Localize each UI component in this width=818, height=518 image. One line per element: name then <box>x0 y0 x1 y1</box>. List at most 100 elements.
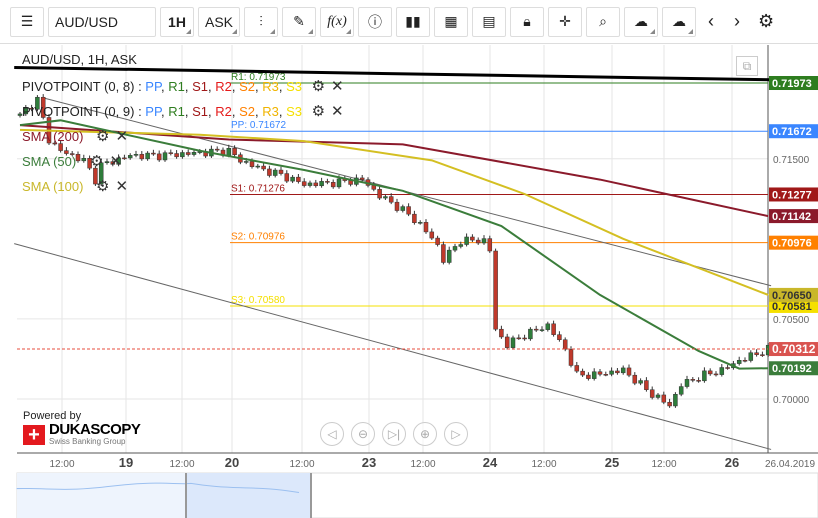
candle-body <box>394 201 400 211</box>
r1-label: R1 <box>168 104 185 119</box>
s2-label: S2 <box>239 104 255 119</box>
x-tick-label: 12:00 <box>651 459 676 470</box>
candle-body <box>481 238 487 244</box>
close-icon[interactable]: ✕ <box>109 152 122 170</box>
indicator-name: SMA (200) <box>22 129 84 144</box>
candle-body <box>174 153 179 158</box>
candle-body <box>655 394 661 398</box>
candle-body <box>725 367 730 369</box>
gear-icon[interactable]: ⚙ <box>96 177 109 195</box>
candle-body <box>423 222 429 233</box>
gear-icon[interactable]: ⚙ <box>96 127 109 145</box>
candle-body <box>319 181 324 187</box>
zoom-in-button[interactable]: ⊕ <box>413 422 437 446</box>
candle-body <box>348 180 353 185</box>
candle-body <box>272 169 278 176</box>
pivot-label: PP: 0.71672 <box>231 120 286 131</box>
candle-body <box>429 231 435 239</box>
close-icon[interactable]: ✕ <box>115 127 128 145</box>
candle-body <box>580 370 585 376</box>
popout-button[interactable]: ⧉ <box>736 56 758 76</box>
gear-icon[interactable]: ⚙ <box>312 77 325 95</box>
candle-body <box>383 196 388 199</box>
price-tag-text: 0.71142 <box>772 211 811 223</box>
x-tick-label: 12:00 <box>531 459 556 470</box>
brand-name: DUKASCOPY <box>49 421 141 438</box>
candle-body <box>377 189 382 199</box>
price-tag: 0.71277 <box>769 187 818 202</box>
legend-sma-50: SMA (50) ⚙ ✕ <box>22 152 122 170</box>
candle-body <box>487 238 493 252</box>
scroll-right-button[interactable]: ▷ <box>444 422 468 446</box>
s3-label: S3 <box>286 79 302 94</box>
candle-body <box>255 165 261 168</box>
close-icon[interactable]: ✕ <box>115 177 128 195</box>
candle-body <box>406 206 411 215</box>
triangle-right-icon: ▷ <box>451 427 461 441</box>
candle-body <box>475 239 481 244</box>
candle-body <box>127 155 133 159</box>
candle-body <box>673 394 678 407</box>
candle-body <box>185 152 191 155</box>
gear-icon[interactable]: ⚙ <box>312 102 325 120</box>
candle-body <box>388 196 394 203</box>
price-tag: 0.71672 <box>769 124 818 139</box>
legend-sma-100: SMA (100) ⚙ ✕ <box>22 177 128 195</box>
candle-body <box>261 165 266 170</box>
r2-label: R2 <box>215 79 232 94</box>
candle-body <box>499 328 504 338</box>
price-tag: 0.70312 <box>769 342 818 357</box>
legend-pivot-8: PIVOTPOINT (0, 8) : PP, R1, S1, R2, S2, … <box>22 77 344 95</box>
candle-body <box>493 250 498 330</box>
indicator-name: SMA (50) <box>22 154 77 169</box>
x-tick-label: 12:00 <box>289 459 314 470</box>
indicator-name: PIVOTPOINT (0, 9) <box>22 104 135 119</box>
candle-body <box>638 380 643 384</box>
candle-body <box>232 148 237 155</box>
candle-body <box>412 213 417 223</box>
candle-body <box>214 148 220 151</box>
r3-label: R3 <box>262 79 279 94</box>
gear-icon[interactable]: ⚙ <box>90 152 103 170</box>
go-latest-button[interactable]: ▷| <box>382 422 406 446</box>
candle-body <box>736 360 742 364</box>
zoom-out-button[interactable]: ⊖ <box>351 422 375 446</box>
dukascopy-logo: + DUKASCOPY Swiss Banking Group <box>23 421 141 446</box>
candle-body <box>609 370 614 375</box>
skip-end-icon: ▷| <box>387 427 401 441</box>
sep: : <box>134 104 146 119</box>
candle-body <box>133 154 139 156</box>
candle-body <box>516 337 522 340</box>
candle-body <box>649 389 655 398</box>
candle-body <box>626 367 632 376</box>
candle-body <box>441 244 446 263</box>
brand-sub: Swiss Banking Group <box>49 437 126 446</box>
candle-body <box>545 323 551 330</box>
x-tick-label: 24 <box>483 455 498 470</box>
candle-body <box>330 182 336 188</box>
x-tick-label: 12:00 <box>169 459 194 470</box>
price-tag: 0.70976 <box>769 235 818 250</box>
candle-body <box>325 181 330 183</box>
chart-title: AUD/USD, 1H, ASK <box>22 52 137 67</box>
close-icon[interactable]: ✕ <box>331 102 344 120</box>
r2-label: R2 <box>215 104 232 119</box>
candle-body <box>267 168 272 176</box>
candle-body <box>707 370 713 375</box>
candle-body <box>713 373 719 376</box>
candle <box>493 248 498 332</box>
candle-body <box>307 182 313 186</box>
candle-body <box>226 148 232 156</box>
candle-body <box>615 370 620 374</box>
candle-body <box>667 401 672 407</box>
candle-body <box>557 334 562 340</box>
pp-label: PP <box>145 104 161 119</box>
price-tag-text: 0.70312 <box>772 342 816 356</box>
candle-body <box>301 181 307 186</box>
candle-body <box>313 182 319 187</box>
candle-body <box>417 222 423 224</box>
candle-body <box>180 152 185 158</box>
scroll-left-button[interactable]: ◁ <box>320 422 344 446</box>
close-icon[interactable]: ✕ <box>331 77 344 95</box>
price-tag-text: 0.71672 <box>772 126 812 138</box>
